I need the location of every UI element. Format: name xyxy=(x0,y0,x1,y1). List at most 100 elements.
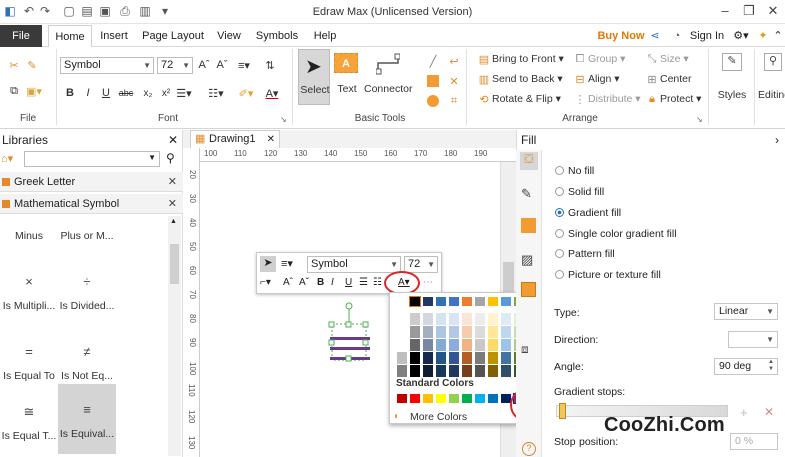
gradient-type-select[interactable]: Linear ▼ xyxy=(714,303,778,320)
line-tab-icon[interactable]: ✎ xyxy=(521,186,532,202)
pointer-icon[interactable]: ➤ xyxy=(260,256,276,272)
library-search-input[interactable]: ▼ xyxy=(24,151,160,167)
theme-color-swatch[interactable] xyxy=(397,365,407,377)
theme-color-swatch[interactable] xyxy=(449,365,459,377)
settings-gear-icon[interactable]: ⚙▾ xyxy=(730,25,752,47)
user-icon[interactable]: ◔ xyxy=(668,25,686,47)
theme-color-swatch[interactable] xyxy=(462,339,472,351)
tab-insert[interactable]: Insert xyxy=(96,25,132,47)
theme-color-swatch[interactable] xyxy=(423,352,433,364)
theme-color-swatch[interactable] xyxy=(410,352,420,364)
theme-color-swatch[interactable] xyxy=(436,297,446,306)
paste-icon[interactable]: ▣▾ xyxy=(26,83,42,99)
tab-symbols[interactable]: Symbols xyxy=(254,25,300,47)
tab-file[interactable]: File xyxy=(0,25,42,47)
theme-color-swatch[interactable] xyxy=(449,326,459,338)
connector-tool-button[interactable]: Connector xyxy=(364,51,412,105)
theme-color-swatch[interactable] xyxy=(501,352,511,364)
italic-icon[interactable]: I xyxy=(331,277,334,288)
collapse-ribbon-icon[interactable]: ⌃ xyxy=(772,25,784,47)
size-button[interactable]: Size ▾ xyxy=(660,53,689,65)
close-libraries-icon[interactable]: ✕ xyxy=(168,133,178,147)
standard-color-swatch[interactable] xyxy=(423,394,433,403)
arc-tool-icon[interactable]: ↩ xyxy=(446,53,462,69)
standard-color-swatch[interactable] xyxy=(436,394,446,403)
theme-color-swatch[interactable] xyxy=(423,339,433,351)
theme-color-swatch[interactable] xyxy=(462,313,472,325)
sign-in-link[interactable]: Sign In xyxy=(688,25,726,47)
fill-option-radio[interactable] xyxy=(555,229,564,238)
select-tool-button[interactable]: ➤ Select xyxy=(298,49,330,105)
italic-icon[interactable]: I xyxy=(80,85,96,101)
bold-icon[interactable]: B xyxy=(62,85,78,101)
tab-help[interactable]: Help xyxy=(310,25,340,47)
shape-equivalent[interactable]: ≡ Is Equival... xyxy=(58,384,116,454)
numbering-icon[interactable]: ☷ xyxy=(373,277,382,288)
text-tool-button[interactable]: A Text xyxy=(332,51,362,105)
subscript-icon[interactable]: x₂ xyxy=(140,85,156,101)
arrange-dialog-launcher-icon[interactable]: ↘ xyxy=(696,115,703,124)
standard-color-swatch[interactable] xyxy=(397,394,407,403)
theme-color-swatch[interactable] xyxy=(462,326,472,338)
font-color-icon[interactable]: A▾ xyxy=(264,85,280,101)
scroll-up-icon[interactable]: ▲ xyxy=(170,218,177,225)
shape-divide[interactable]: ÷ Is Divided... xyxy=(58,256,116,326)
fill-option-single-color-gradient[interactable]: Single color gradient fill xyxy=(568,228,677,240)
document-tab[interactable]: ▦ Drawing1 ✕ xyxy=(190,130,280,148)
fill-option-solid[interactable]: Solid fill xyxy=(568,186,604,198)
send-to-back-button[interactable]: Send to Back ▾ xyxy=(492,73,563,85)
stop-position-input[interactable]: 0 % xyxy=(730,433,778,450)
theme-color-swatch[interactable] xyxy=(449,313,459,325)
editing-button[interactable]: ⚲ Editing xyxy=(756,51,785,107)
fill-option-pattern[interactable]: Pattern fill xyxy=(568,248,615,260)
rotate-flip-button[interactable]: Rotate & Flip ▾ xyxy=(492,93,561,105)
minimize-button[interactable]: – xyxy=(716,3,734,19)
bring-to-front-button[interactable]: Bring to Front ▾ xyxy=(492,53,564,65)
theme-color-swatch[interactable] xyxy=(397,326,407,338)
theme-color-swatch[interactable] xyxy=(488,365,498,377)
theme-color-swatch[interactable] xyxy=(462,297,472,306)
standard-color-swatch[interactable] xyxy=(462,394,472,403)
new-document-icon[interactable]: ✂ xyxy=(6,57,22,73)
more-options-icon[interactable]: ⋯ xyxy=(423,277,433,288)
theme-color-swatch[interactable] xyxy=(410,339,420,351)
cross-tool-icon[interactable]: ✕ xyxy=(446,73,462,89)
float-font-size-select[interactable]: 72 ▼ xyxy=(404,256,438,273)
help-icon[interactable]: ? xyxy=(522,442,536,456)
theme-color-swatch[interactable] xyxy=(410,365,420,377)
image-tab-icon[interactable]: ▨ xyxy=(521,252,533,268)
library-category-math[interactable]: Mathematical Symbol ✕ xyxy=(0,194,183,214)
fill-option-radio[interactable] xyxy=(555,166,564,175)
plugin-icon[interactable]: ✦ xyxy=(756,25,770,47)
theme-color-swatch[interactable] xyxy=(501,365,511,377)
theme-color-swatch[interactable] xyxy=(423,297,433,306)
library-home-icon[interactable]: ⌂▾ xyxy=(1,152,13,165)
theme-color-swatch[interactable] xyxy=(501,326,511,338)
distribute-button[interactable]: Distribute ▾ xyxy=(588,93,641,105)
shadow-tab-icon[interactable] xyxy=(521,218,536,233)
shape-approx-equal[interactable]: ≅ Is Equal T... xyxy=(0,386,58,456)
theme-color-swatch[interactable] xyxy=(397,313,407,325)
styles-button[interactable]: ✎ Styles xyxy=(712,51,752,107)
theme-color-swatch[interactable] xyxy=(410,326,420,338)
spinner-icon[interactable]: ▲ ▼ xyxy=(768,359,774,373)
theme-color-swatch[interactable] xyxy=(462,365,472,377)
theme-color-swatch[interactable] xyxy=(397,297,407,306)
theme-color-swatch[interactable] xyxy=(449,339,459,351)
font-dialog-launcher-icon[interactable]: ↘ xyxy=(280,115,287,124)
standard-color-swatch[interactable] xyxy=(488,394,498,403)
theme-color-swatch[interactable] xyxy=(488,326,498,338)
direction-select[interactable]: ▼ xyxy=(728,331,778,348)
share-icon[interactable]: ⋖ xyxy=(648,25,662,47)
theme-color-swatch[interactable] xyxy=(488,297,498,306)
theme-color-swatch[interactable] xyxy=(409,296,421,307)
close-category-icon[interactable]: ✕ xyxy=(168,194,177,214)
theme-color-swatch[interactable] xyxy=(501,297,511,306)
font-name-select[interactable]: Symbol ▼ xyxy=(60,57,154,74)
theme-color-swatch[interactable] xyxy=(436,339,446,351)
theme-color-swatch[interactable] xyxy=(410,313,420,325)
fill-option-radio[interactable] xyxy=(555,249,564,258)
numbering-icon[interactable]: ☷▾ xyxy=(208,85,224,101)
highlight-icon[interactable]: ✐▾ xyxy=(238,85,254,101)
theme-color-swatch[interactable] xyxy=(488,339,498,351)
